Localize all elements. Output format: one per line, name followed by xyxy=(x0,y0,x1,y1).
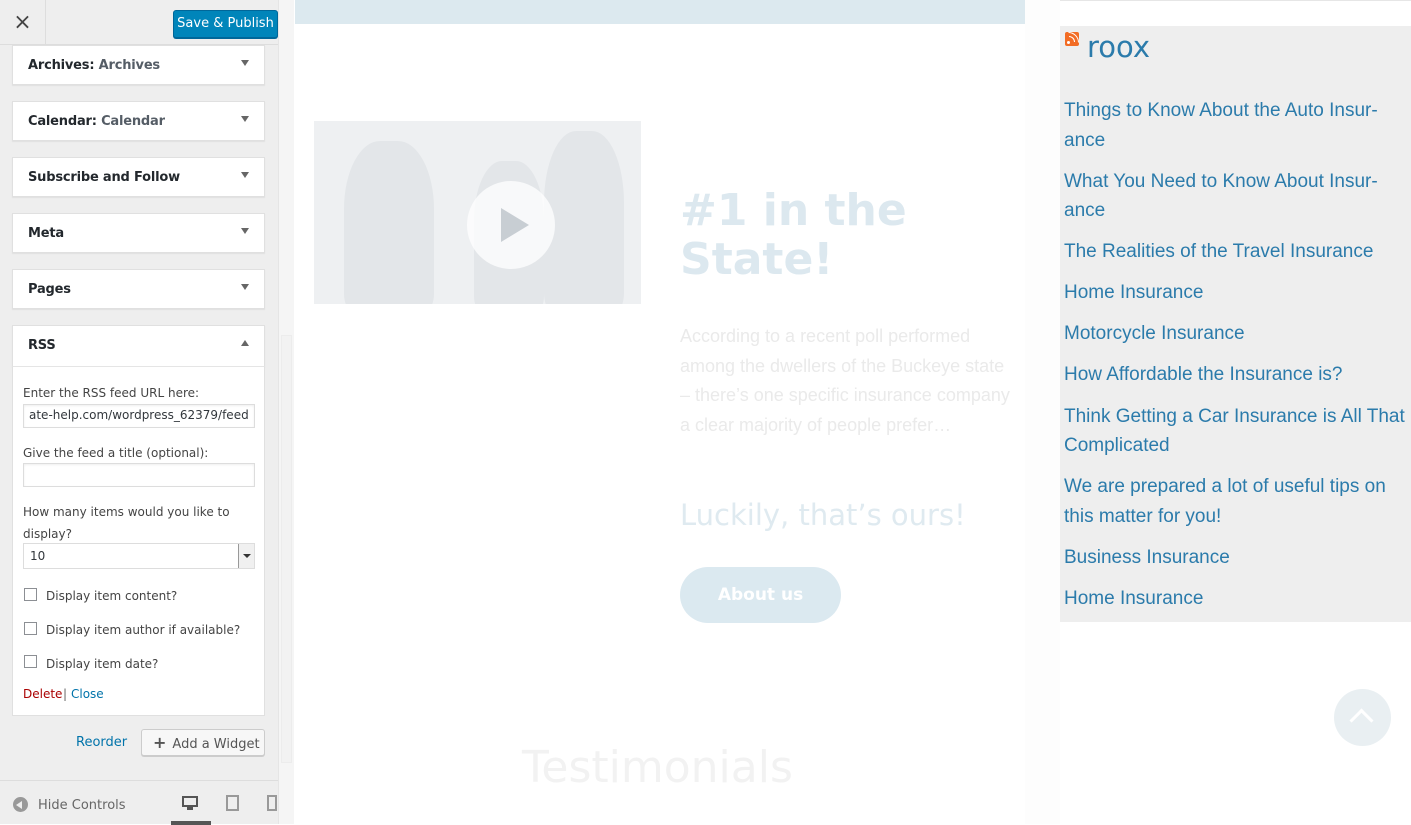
hide-controls-icon xyxy=(13,797,28,812)
widget-title: Meta xyxy=(28,226,64,241)
close-icon[interactable]: × xyxy=(0,0,46,45)
widget-title: Calendar: Calendar xyxy=(28,114,165,129)
chevron-down-icon[interactable] xyxy=(241,172,249,178)
desktop-icon[interactable] xyxy=(181,795,199,811)
rss-item[interactable]: Home Insurance xyxy=(1064,278,1409,308)
rss-title-label: Give the feed a title (optional): xyxy=(23,446,209,460)
chevron-down-icon[interactable] xyxy=(238,544,254,568)
reorder-link[interactable]: Reorder xyxy=(76,735,127,750)
play-icon[interactable] xyxy=(467,181,555,269)
top-strip xyxy=(295,0,1025,24)
hero-text: According to a recent poll performed amo… xyxy=(680,326,1010,435)
about-us-button[interactable]: About us xyxy=(680,567,841,623)
rss-feed-widget: roox Things to Know About the Auto Insur… xyxy=(1060,26,1411,622)
rss-item[interactable]: Home Insurance xyxy=(1064,584,1409,614)
rss-item[interactable]: Business Insurance xyxy=(1064,543,1409,573)
display-date-checkbox[interactable] xyxy=(24,655,37,668)
display-author-label: Display item author if available? xyxy=(46,623,241,637)
rss-url-label: Enter the RSS feed URL here: xyxy=(23,386,200,400)
delete-link[interactable]: Delete xyxy=(23,687,62,701)
rss-item[interactable]: The Realities of the Travel Insurance xyxy=(1064,237,1409,267)
chevron-down-icon[interactable] xyxy=(241,228,249,234)
rss-item[interactable]: We are prepared a lot of useful tips on … xyxy=(1064,472,1409,531)
active-device-indicator xyxy=(171,821,211,825)
column-gap xyxy=(1025,0,1060,824)
hide-controls-label: Hide Controls xyxy=(38,798,126,813)
widget-calendar[interactable]: Calendar: Calendar xyxy=(12,101,265,141)
rss-item[interactable]: Things to Know About the Auto Insur-ance xyxy=(1064,96,1409,155)
widget-rss[interactable]: RSS xyxy=(12,325,265,367)
site-preview: #1 in the State! According to a recent p… xyxy=(294,0,1411,824)
sidebar-scrollbar[interactable] xyxy=(278,0,294,824)
item-count-value: 10 xyxy=(30,549,46,563)
hero-subheading: Luckily, that’s ours! xyxy=(680,498,966,532)
widget-title: RSS xyxy=(28,338,56,353)
sidebar-header: × Save & Publish xyxy=(0,0,278,45)
rss-widget-title[interactable]: roox xyxy=(1087,30,1150,64)
widget-subscribe-follow[interactable]: Subscribe and Follow xyxy=(12,157,265,197)
rss-item[interactable]: Motorcycle Insurance xyxy=(1064,319,1409,349)
save-publish-button[interactable]: Save & Publish xyxy=(173,10,278,38)
scrollbar-thumb[interactable] xyxy=(281,335,292,763)
scroll-top-icon[interactable] xyxy=(1334,689,1391,746)
rss-feed-icon[interactable] xyxy=(1065,32,1079,46)
rss-widget-form: Enter the RSS feed URL here: ate-help.co… xyxy=(12,366,265,716)
widget-meta[interactable]: Meta xyxy=(12,213,265,253)
display-author-checkbox[interactable] xyxy=(24,622,37,635)
widget-title: Pages xyxy=(28,282,71,297)
display-content-checkbox[interactable] xyxy=(24,588,37,601)
tablet-icon[interactable] xyxy=(225,795,243,811)
display-content-label: Display item content? xyxy=(46,589,178,603)
widget-title: Archives: Archives xyxy=(28,58,160,73)
rss-item[interactable]: How Affordable the Insurance is? xyxy=(1064,360,1409,390)
item-count-label: How many items would you like to xyxy=(23,505,230,519)
divider xyxy=(1060,0,1411,1)
widget-pages[interactable]: Pages xyxy=(12,269,265,309)
chevron-down-icon[interactable] xyxy=(241,284,249,290)
rss-title-input[interactable] xyxy=(23,463,255,487)
link-separator: | xyxy=(63,687,68,701)
sidebar-footer: Hide Controls xyxy=(0,780,278,825)
item-count-label-2: display? xyxy=(23,527,72,541)
rss-item[interactable]: Think Getting a Car Insurance is All Tha… xyxy=(1064,402,1409,461)
add-widget-label: Add a Widget xyxy=(172,737,260,752)
add-widget-button[interactable]: + Add a Widget xyxy=(141,729,265,756)
testimonials-heading: Testimonials xyxy=(522,742,793,793)
chevron-down-icon[interactable] xyxy=(241,116,249,122)
hero-heading: #1 in the State! xyxy=(680,185,907,285)
chevron-up-icon[interactable] xyxy=(241,340,249,346)
widget-title: Subscribe and Follow xyxy=(28,170,180,185)
video-thumbnail[interactable] xyxy=(314,121,641,304)
customizer-sidebar: × Save & Publish Archives: Archives Cale… xyxy=(0,0,278,825)
chevron-down-icon[interactable] xyxy=(241,60,249,66)
rss-url-input[interactable]: ate-help.com/wordpress_62379/feed xyxy=(23,404,255,428)
widget-archives[interactable]: Archives: Archives xyxy=(12,45,265,85)
rss-item[interactable]: What You Need to Know About Insur-ance xyxy=(1064,167,1409,226)
rss-item-list: Things to Know About the Auto Insur-ance… xyxy=(1064,96,1409,625)
display-date-label: Display item date? xyxy=(46,657,159,671)
mobile-icon[interactable] xyxy=(266,795,278,811)
hide-controls-button[interactable]: Hide Controls xyxy=(13,797,126,813)
item-count-select[interactable]: 10 xyxy=(23,543,255,569)
close-link[interactable]: Close xyxy=(71,687,104,701)
plus-icon: + xyxy=(153,733,167,752)
